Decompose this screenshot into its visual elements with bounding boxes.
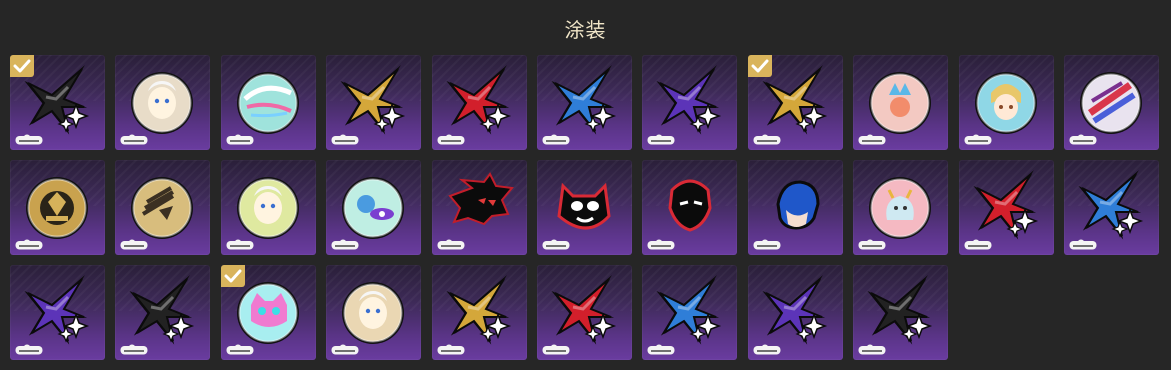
skin-tile[interactable] xyxy=(115,160,210,255)
cloud-badge-icon xyxy=(753,134,781,145)
cloud-badge-icon xyxy=(858,344,886,355)
skin-tile[interactable] xyxy=(642,265,737,360)
skin-tile[interactable] xyxy=(853,160,948,255)
skin-tile[interactable] xyxy=(432,265,527,360)
cloud-badge-icon xyxy=(226,344,254,355)
cloud-badge-icon xyxy=(858,134,886,145)
cloud-badge-icon xyxy=(647,134,675,145)
skin-tile[interactable] xyxy=(748,55,843,150)
skin-tile[interactable] xyxy=(642,160,737,255)
skin-tile[interactable] xyxy=(10,265,105,360)
skin-tile[interactable] xyxy=(115,55,210,150)
skin-tile[interactable] xyxy=(1064,160,1159,255)
page-title: 涂装 xyxy=(564,18,607,42)
cloud-badge-icon xyxy=(331,344,359,355)
skin-tile[interactable] xyxy=(326,265,421,360)
cloud-badge-icon xyxy=(542,344,570,355)
selected-check-icon xyxy=(10,55,34,77)
skin-tile[interactable] xyxy=(221,160,316,255)
skin-tile[interactable] xyxy=(959,55,1054,150)
skin-tile[interactable] xyxy=(642,55,737,150)
skin-tile[interactable] xyxy=(432,55,527,150)
cloud-badge-icon xyxy=(964,239,992,250)
cloud-badge-icon xyxy=(647,344,675,355)
cloud-badge-icon xyxy=(437,239,465,250)
skin-tile[interactable] xyxy=(959,160,1054,255)
skin-tile[interactable] xyxy=(221,55,316,150)
cloud-badge-icon xyxy=(1069,239,1097,250)
cloud-badge-icon xyxy=(858,239,886,250)
skin-tile[interactable] xyxy=(10,55,105,150)
cloud-badge-icon xyxy=(226,239,254,250)
skin-tile[interactable] xyxy=(853,55,948,150)
skin-tile[interactable] xyxy=(326,160,421,255)
cloud-badge-icon xyxy=(15,134,43,145)
cloud-badge-icon xyxy=(120,239,148,250)
skin-tile[interactable] xyxy=(221,265,316,360)
skin-tile[interactable] xyxy=(326,55,421,150)
skin-tile[interactable] xyxy=(748,265,843,360)
skin-tile[interactable] xyxy=(853,265,948,360)
cloud-badge-icon xyxy=(1069,134,1097,145)
cloud-badge-icon xyxy=(120,134,148,145)
skin-tile[interactable] xyxy=(748,160,843,255)
cloud-badge-icon xyxy=(15,344,43,355)
cloud-badge-icon xyxy=(331,239,359,250)
cloud-badge-icon xyxy=(542,134,570,145)
skin-tile[interactable] xyxy=(537,55,632,150)
selected-check-icon xyxy=(221,265,245,287)
cloud-badge-icon xyxy=(226,134,254,145)
cloud-badge-icon xyxy=(15,239,43,250)
skin-tile[interactable] xyxy=(115,265,210,360)
cloud-badge-icon xyxy=(647,239,675,250)
skin-tile[interactable] xyxy=(1064,55,1159,150)
cloud-badge-icon xyxy=(437,134,465,145)
cloud-badge-icon xyxy=(437,344,465,355)
cloud-badge-icon xyxy=(753,344,781,355)
skin-tile[interactable] xyxy=(537,265,632,360)
skin-tile[interactable] xyxy=(10,160,105,255)
cloud-badge-icon xyxy=(542,239,570,250)
cloud-badge-icon xyxy=(331,134,359,145)
skin-tile[interactable] xyxy=(537,160,632,255)
cloud-badge-icon xyxy=(753,239,781,250)
cloud-badge-icon xyxy=(120,344,148,355)
cloud-badge-icon xyxy=(964,134,992,145)
selected-check-icon xyxy=(748,55,772,77)
skin-tile[interactable] xyxy=(432,160,527,255)
